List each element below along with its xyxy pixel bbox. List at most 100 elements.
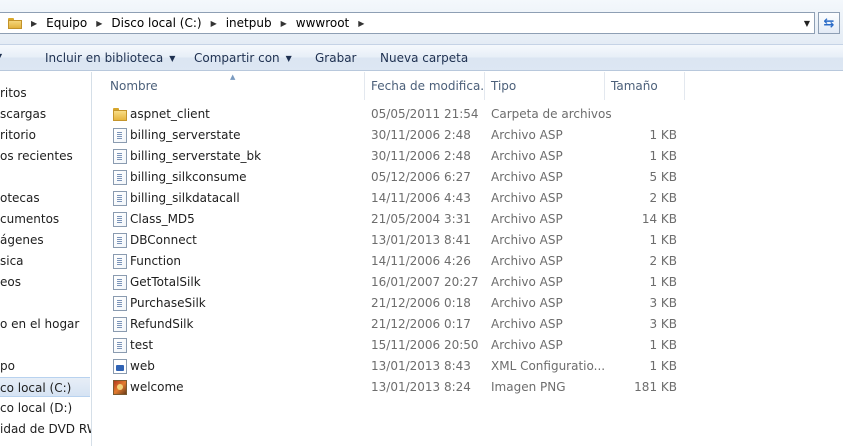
file-name: billing_serverstate [130, 128, 241, 142]
nav-item[interactable]: co local (D:) [0, 398, 72, 418]
file-name: RefundSilk [130, 317, 194, 331]
nav-item[interactable]: eos [0, 272, 21, 292]
file-size: 2 KB [649, 191, 677, 205]
nav-item[interactable]: co local (C:) [0, 377, 90, 397]
nav-item[interactable]: idad de DVD RW ( [0, 419, 91, 439]
chevron-down-icon[interactable]: ▼ [800, 13, 814, 33]
file-type: Archivo ASP [491, 296, 563, 310]
file-type: Archivo ASP [491, 233, 563, 247]
file-type: Archivo ASP [491, 149, 563, 163]
asp-file-icon [113, 149, 127, 164]
file-type: Imagen PNG [491, 380, 566, 394]
file-name: Function [130, 254, 182, 268]
file-date: 13/01/2013 8:41 [371, 233, 471, 247]
file-type: Carpeta de archivos [491, 107, 612, 121]
xml-config-icon [113, 359, 127, 374]
address-bar-row: ▶ Equipo ▶ Disco local (C:) ▶ inetpub ▶ … [0, 0, 843, 44]
file-row[interactable]: billing_serverstate_bk 30/11/2006 2:48 Arc… [92, 146, 843, 167]
file-name: PurchaseSilk [130, 296, 206, 310]
file-row[interactable]: PurchaseSilk 21/12/2006 0:18 Archivo ASP 3 … [92, 293, 843, 314]
chevron-down-icon[interactable]: ▼ [0, 49, 2, 63]
nav-item[interactable]: o en el hogar [0, 314, 79, 334]
chevron-right-icon[interactable]: ▶ [211, 19, 217, 28]
file-date: 16/01/2007 20:27 [371, 275, 479, 289]
file-type: Archivo ASP [491, 128, 563, 142]
folder-icon [8, 17, 22, 29]
asp-file-icon [113, 254, 127, 269]
file-date: 13/01/2013 8:43 [371, 359, 471, 373]
file-size: 181 KB [634, 380, 677, 394]
asp-file-icon [113, 170, 127, 185]
chevron-right-icon[interactable]: ▶ [96, 19, 102, 28]
nav-item[interactable]: po [0, 356, 15, 376]
file-size: 3 KB [649, 317, 677, 331]
file-name: billing_serverstate_bk [130, 149, 262, 163]
column-header-type[interactable]: Tipo [485, 72, 605, 100]
asp-file-icon [113, 296, 127, 311]
file-name: Class_MD5 [130, 212, 195, 226]
include-in-library-label: Incluir en biblioteca [45, 51, 164, 65]
file-date: 05/12/2006 6:27 [371, 170, 471, 184]
breadcrumb-wwwroot[interactable]: wwwroot [296, 16, 350, 30]
file-row[interactable]: Class_MD5 21/05/2004 3:31 Archivo ASP 14 KB [92, 209, 843, 230]
file-type: Archivo ASP [491, 317, 563, 331]
file-name: welcome [130, 380, 184, 394]
breadcrumb-inetpub[interactable]: inetpub [226, 16, 272, 30]
burn-button[interactable]: Grabar [315, 51, 357, 65]
file-date: 15/11/2006 20:50 [371, 338, 479, 352]
file-row[interactable]: GetTotalSilk 16/01/2007 20:27 Archivo ASP 1… [92, 272, 843, 293]
nav-item[interactable]: otecas [0, 188, 40, 208]
file-type: Archivo ASP [491, 338, 563, 352]
file-date: 21/12/2006 0:17 [371, 317, 471, 331]
chevron-right-icon[interactable]: ▶ [31, 19, 37, 28]
column-header-date[interactable]: Fecha de modifica... [365, 72, 485, 100]
file-row[interactable]: web 13/01/2013 8:43 XML Configuratio... 1 K… [92, 356, 843, 377]
address-bar[interactable]: ▶ Equipo ▶ Disco local (C:) ▶ inetpub ▶ … [0, 12, 815, 34]
file-date: 21/05/2004 3:31 [371, 212, 471, 226]
file-type: Archivo ASP [491, 212, 563, 226]
navigation-pane[interactable]: ritos scargas ritorio os recientes otecas cum… [0, 72, 92, 446]
breadcrumb-disco-local[interactable]: Disco local (C:) [111, 16, 201, 30]
file-date: 14/11/2006 4:43 [371, 191, 471, 205]
file-date: 21/12/2006 0:18 [371, 296, 471, 310]
file-date: 13/01/2013 8:24 [371, 380, 471, 394]
file-row[interactable]: billing_silkdatacall 14/11/2006 4:43 Archi… [92, 188, 843, 209]
file-row[interactable]: billing_silkconsume 05/12/2006 6:27 Archiv… [92, 167, 843, 188]
file-row[interactable]: Function 14/11/2006 4:26 Archivo ASP 2 KB [92, 251, 843, 272]
refresh-button[interactable]: ⇆ [818, 12, 840, 34]
asp-file-icon [113, 338, 127, 353]
nav-item[interactable]: cumentos [0, 209, 59, 229]
nav-item[interactable]: os recientes [0, 146, 73, 166]
chevron-down-icon: ▼ [169, 54, 176, 63]
file-name: DBConnect [130, 233, 197, 247]
nav-item[interactable]: ritorio [0, 125, 36, 145]
folder-icon [113, 107, 127, 122]
file-size: 14 KB [641, 212, 677, 226]
file-row[interactable]: aspnet_client 05/05/2011 21:54 Carpeta de … [92, 104, 843, 125]
file-size: 1 KB [649, 233, 677, 247]
file-row[interactable]: billing_serverstate 30/11/2006 2:48 Archiv… [92, 125, 843, 146]
file-row[interactable]: test 15/11/2006 20:50 Archivo ASP 1 KB [92, 335, 843, 356]
share-with-button[interactable]: Compartir con ▼ [194, 51, 292, 65]
file-date: 30/11/2006 2:48 [371, 128, 471, 142]
asp-file-icon [113, 191, 127, 206]
new-folder-button[interactable]: Nueva carpeta [380, 51, 468, 65]
file-row[interactable]: DBConnect 13/01/2013 8:41 Archivo ASP 1 KB [92, 230, 843, 251]
nav-item[interactable]: sica [0, 251, 24, 271]
nav-item[interactable]: scargas [0, 104, 46, 124]
nav-item[interactable]: ágenes [0, 230, 44, 250]
file-row[interactable]: RefundSilk 21/12/2006 0:17 Archivo ASP 3 KB [92, 314, 843, 335]
file-size: 1 KB [649, 128, 677, 142]
refresh-icon: ⇆ [823, 15, 835, 31]
nav-item[interactable]: ritos [0, 83, 27, 103]
file-type: Archivo ASP [491, 191, 563, 205]
chevron-right-icon[interactable]: ▶ [281, 19, 287, 28]
file-name: aspnet_client [130, 107, 210, 121]
breadcrumb-equipo[interactable]: Equipo [46, 16, 87, 30]
chevron-right-icon[interactable]: ▶ [358, 19, 364, 28]
column-header-size[interactable]: Tamaño [605, 72, 685, 100]
file-name: test [130, 338, 154, 352]
asp-file-icon [113, 275, 127, 290]
include-in-library-button[interactable]: Incluir en biblioteca ▼ [45, 51, 175, 65]
file-row[interactable]: welcome 13/01/2013 8:24 Imagen PNG 181 KB [92, 377, 843, 398]
